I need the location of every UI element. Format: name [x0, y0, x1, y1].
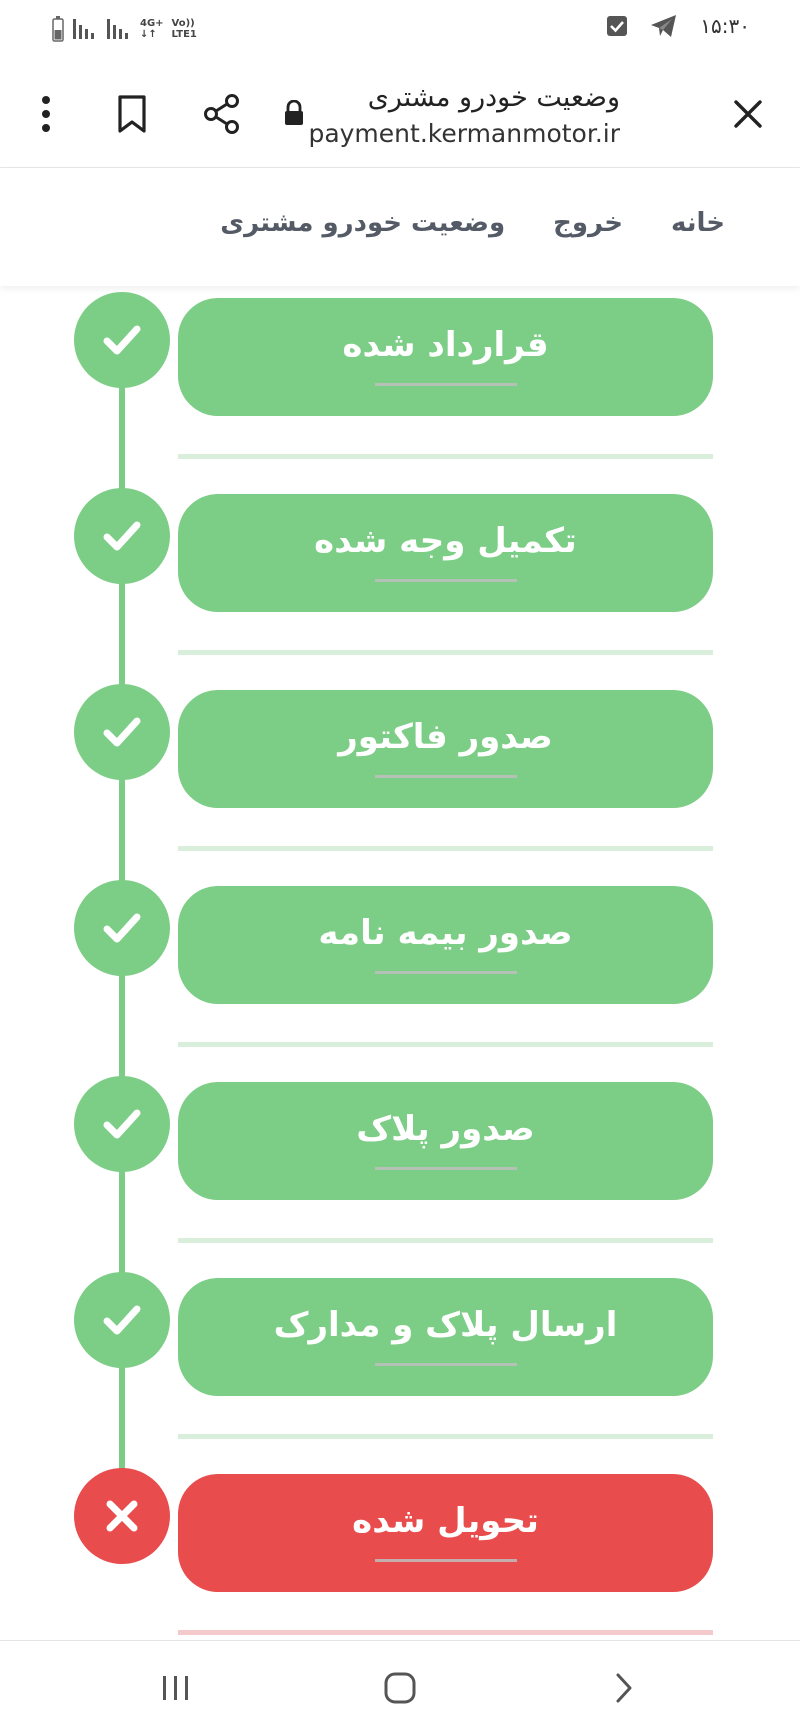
step-card[interactable]: ارسال پلاک و مدارک: [178, 1278, 713, 1396]
step-done-marker: [74, 1272, 170, 1368]
page-title-block[interactable]: وضعیت خودرو مشتری payment.kermanmotor.ir: [308, 82, 620, 148]
step-divider: [178, 1042, 713, 1047]
step-divider: [178, 1434, 713, 1439]
step-label: تحویل شده: [352, 1500, 539, 1541]
step-label: صدور پلاک: [356, 1108, 535, 1149]
home-button[interactable]: [370, 1663, 430, 1713]
step-card[interactable]: تحویل شده: [178, 1474, 713, 1592]
page-url: payment.kermanmotor.ir: [308, 119, 620, 148]
back-button[interactable]: [594, 1663, 654, 1713]
step-done-marker: [74, 880, 170, 976]
page-title: وضعیت خودرو مشتری: [367, 82, 620, 113]
step-label: ارسال پلاک و مدارک: [273, 1304, 618, 1345]
check-icon: [103, 521, 141, 551]
nav-link-home[interactable]: خانه: [671, 208, 725, 238]
recent-apps-button[interactable]: [146, 1663, 206, 1713]
step-card[interactable]: قرارداد شده: [178, 298, 713, 416]
network-type: 4G+: [140, 18, 164, 29]
site-navigation: خانه خروج وضعیت خودرو مشتری: [0, 168, 800, 286]
volte-indicator: Vo)) LTE1: [172, 18, 197, 40]
system-navigation-bar: [0, 1640, 800, 1732]
check-icon: [103, 913, 141, 943]
nav-links: خانه خروج وضعیت خودرو مشتری: [220, 208, 725, 238]
step-divider: [178, 454, 713, 459]
check-icon: [103, 1109, 141, 1139]
data-arrows: ↓↑: [140, 29, 157, 40]
step-divider: [178, 846, 713, 851]
timeline-step: صدور فاکتور: [0, 684, 800, 880]
signal-icon: [107, 19, 128, 39]
timeline-step: صدور پلاک: [0, 1076, 800, 1272]
volte-label: Vo)): [171, 18, 195, 29]
battery-icon: [52, 16, 64, 42]
more-vert-icon: [42, 96, 50, 132]
step-done-marker: [74, 684, 170, 780]
step-label: تکمیل وجه شده: [314, 520, 577, 561]
x-icon: [106, 1500, 138, 1532]
lte-label: LTE1: [171, 29, 197, 40]
step-underline: [374, 1166, 517, 1170]
status-bar: 4G+ ↓↑ Vo)) LTE1 ۱۵:۳۰: [0, 0, 800, 62]
status-icons-right: ۱۵:۳۰: [606, 14, 750, 38]
close-button[interactable]: [726, 92, 770, 136]
signal-icon: [73, 19, 94, 39]
home-icon: [384, 1672, 416, 1704]
status-icons-left: 4G+ ↓↑ Vo)) LTE1: [52, 16, 197, 42]
bookmark-icon: [118, 95, 146, 133]
timeline-step: ارسال پلاک و مدارک: [0, 1272, 800, 1468]
step-done-marker: [74, 292, 170, 388]
bookmark-button[interactable]: [110, 92, 154, 136]
nav-link-vehicle-status[interactable]: وضعیت خودرو مشتری: [220, 208, 505, 238]
timeline-step: تکمیل وجه شده: [0, 488, 800, 684]
telegram-icon: [651, 15, 677, 37]
timeline-step: صدور بیمه نامه: [0, 880, 800, 1076]
lock-icon: [285, 100, 303, 125]
back-icon: [616, 1673, 632, 1703]
check-icon: [103, 717, 141, 747]
step-underline: [374, 1558, 517, 1562]
step-done-marker: [74, 488, 170, 584]
step-done-marker: [74, 1076, 170, 1172]
more-options-button[interactable]: [28, 92, 64, 136]
step-underline: [374, 382, 517, 386]
status-time: ۱۵:۳۰: [700, 14, 750, 38]
share-icon: [204, 94, 239, 134]
step-card[interactable]: صدور بیمه نامه: [178, 886, 713, 1004]
close-icon: [734, 100, 762, 128]
step-divider: [178, 1630, 713, 1635]
check-icon: [103, 1305, 141, 1335]
step-label: قرارداد شده: [342, 324, 549, 365]
timeline-step: قرارداد شده: [0, 292, 800, 488]
step-divider: [178, 1238, 713, 1243]
check-icon: [103, 325, 141, 355]
share-button[interactable]: [200, 92, 244, 136]
step-label: صدور بیمه نامه: [318, 912, 573, 953]
step-underline: [374, 1362, 517, 1366]
step-card[interactable]: صدور پلاک: [178, 1082, 713, 1200]
browser-toolbar: وضعیت خودرو مشتری payment.kermanmotor.ir: [0, 62, 800, 168]
status-timeline: قرارداد شده تکمیل وجه شده صدور فاکتور صدور …: [0, 286, 800, 1640]
network-indicator: 4G+ ↓↑: [140, 18, 164, 40]
step-underline: [374, 774, 517, 778]
step-card[interactable]: صدور فاکتور: [178, 690, 713, 808]
nav-link-logout[interactable]: خروج: [553, 208, 623, 238]
step-underline: [374, 970, 517, 974]
step-card[interactable]: تکمیل وجه شده: [178, 494, 713, 612]
step-failed-marker: [74, 1468, 170, 1564]
step-label: صدور فاکتور: [338, 716, 553, 757]
timeline-step: تحویل شده: [0, 1468, 800, 1640]
checkbox-notification-icon: [607, 16, 628, 36]
recent-apps-icon: [163, 1676, 188, 1700]
step-divider: [178, 650, 713, 655]
step-underline: [374, 578, 517, 582]
